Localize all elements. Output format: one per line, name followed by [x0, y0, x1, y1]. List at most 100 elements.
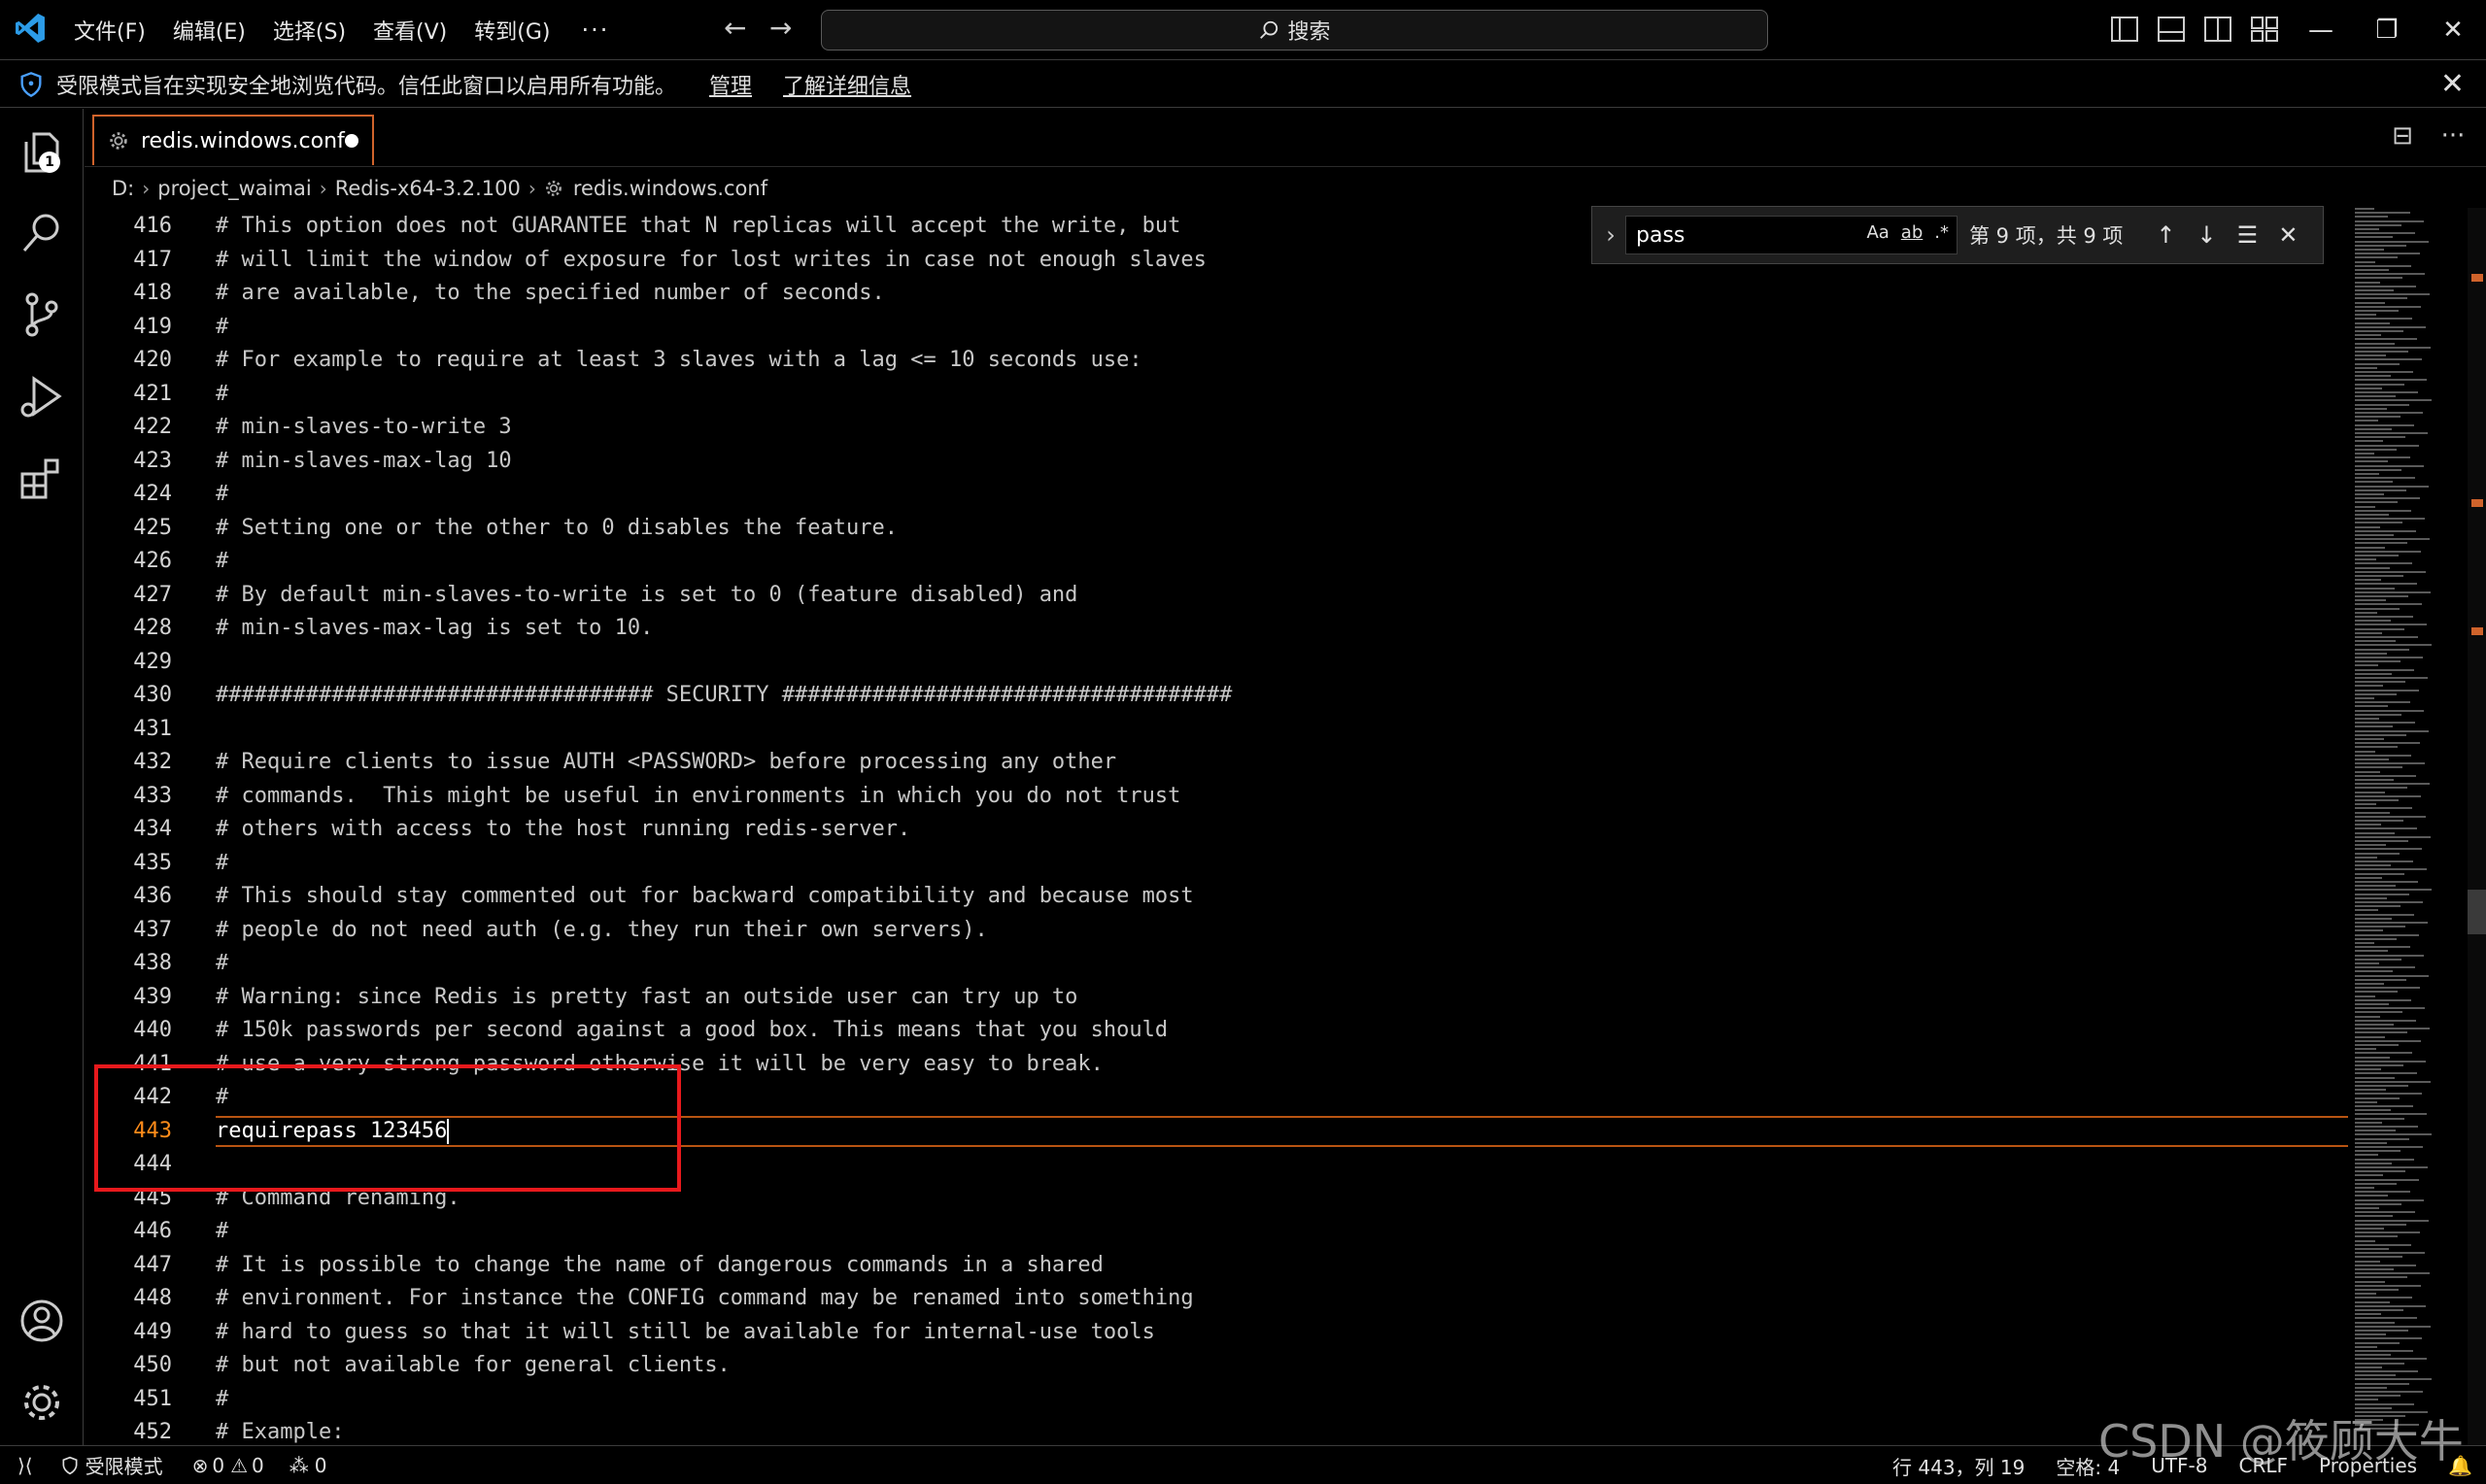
code-line[interactable]: 449 # hard to guess so that it will still… [85, 1316, 2348, 1349]
minimize-icon[interactable]: — [2288, 0, 2354, 60]
toggle-replace-icon[interactable]: › [1596, 221, 1625, 249]
source-control-icon[interactable] [17, 289, 67, 340]
code-line[interactable]: 420 # For example to require at least 3 s… [85, 344, 2348, 377]
code-line[interactable]: 418 # are available, to the specified num… [85, 277, 2348, 310]
minimap-line [2355, 509, 2411, 512]
minimap-line [2355, 493, 2384, 495]
code-line[interactable]: 437 # people do not need auth (e.g. they … [85, 914, 2348, 947]
code-line[interactable]: 428 # min-slaves-max-lag is set to 10. [85, 612, 2348, 645]
regex-toggle[interactable]: .* [1934, 222, 1949, 243]
manage-link[interactable]: 管理 [709, 69, 752, 100]
split-editor-icon[interactable]: ⊟ [2385, 118, 2420, 153]
minimap[interactable] [2349, 208, 2466, 1445]
code-line[interactable]: 430 ################################## SE… [85, 679, 2348, 712]
code-line[interactable]: 451 # [85, 1383, 2348, 1416]
code-line[interactable]: 426 # [85, 545, 2348, 578]
ports-status[interactable]: ⁂ 0 [289, 1454, 327, 1477]
code-editor[interactable]: 416 # This option does not GUARANTEE that… [85, 208, 2348, 1445]
whole-word-toggle[interactable]: ab [1901, 222, 1923, 243]
code-line[interactable]: 429 [85, 646, 2348, 679]
minimap-line [2355, 1252, 2425, 1255]
code-line[interactable]: 432 # Require clients to issue AUTH <PASS… [85, 746, 2348, 779]
breadcrumb-folder-project[interactable]: project_waimai [157, 177, 311, 200]
more-actions-icon[interactable]: ··· [2435, 118, 2470, 153]
code-line[interactable]: 439 # Warning: since Redis is pretty fast… [85, 981, 2348, 1014]
account-icon[interactable] [17, 1296, 67, 1346]
code-text: # Warning: since Redis is pretty fast an… [216, 984, 1078, 1009]
command-center-search[interactable]: 搜索 [821, 10, 1768, 51]
extensions-icon[interactable] [17, 453, 67, 503]
code-line[interactable]: 450 # but not available for general clien… [85, 1349, 2348, 1382]
code-line[interactable]: 435 # [85, 847, 2348, 880]
code-line[interactable]: 447 # It is possible to change the name o… [85, 1249, 2348, 1282]
problems-status[interactable]: ⊗ 0 ⚠ 0 [192, 1454, 264, 1477]
menu-file[interactable]: 文件(F) [74, 15, 146, 46]
code-line[interactable]: 433 # commands. This might be useful in e… [85, 780, 2348, 813]
breadcrumb-drive[interactable]: D: [112, 177, 134, 200]
code-line[interactable]: 423 # min-slaves-max-lag 10 [85, 445, 2348, 478]
remote-icon[interactable]: ⟩⟨ [17, 1454, 33, 1477]
code-line[interactable]: 448 # environment. For instance the CONFI… [85, 1282, 2348, 1315]
code-line[interactable]: 431 [85, 713, 2348, 746]
code-line[interactable]: 440 # 150k passwords per second against a… [85, 1014, 2348, 1047]
breadcrumb: D: › project_waimai › Redis-x64-3.2.100 … [85, 169, 767, 208]
minimap-line [2355, 522, 2402, 524]
minimap-line [2355, 1366, 2382, 1368]
cursor-position[interactable]: 行 443，列 19 [1892, 1452, 2025, 1480]
code-line[interactable]: 436 # This should stay commented out for … [85, 880, 2348, 913]
minimap-line [2355, 779, 2394, 781]
previous-match-icon[interactable]: ↑ [2152, 221, 2179, 249]
minimap-line [2355, 1019, 2416, 1022]
close-window-icon[interactable]: ✕ [2420, 0, 2486, 60]
back-arrow-icon[interactable]: ← [724, 12, 746, 44]
breadcrumb-folder-redis[interactable]: Redis-x64-3.2.100 [335, 177, 521, 200]
match-case-toggle[interactable]: Aa [1866, 222, 1889, 243]
minimap-line [2355, 514, 2389, 516]
find-in-selection-icon[interactable]: ☰ [2233, 221, 2261, 249]
vertical-scrollbar[interactable] [2468, 208, 2486, 1445]
scrollbar-thumb[interactable] [2468, 890, 2486, 934]
code-line[interactable]: 421 # [85, 378, 2348, 411]
close-find-icon[interactable]: ✕ [2274, 221, 2301, 249]
minimap-line [2355, 436, 2405, 439]
code-line[interactable]: 438 # [85, 947, 2348, 980]
tab-redis-windows-conf[interactable]: redis.windows.conf [92, 115, 374, 165]
code-line[interactable]: 452 # Example: [85, 1416, 2348, 1445]
toggle-panel-icon[interactable] [2155, 14, 2190, 45]
learn-more-link[interactable]: 了解详细信息 [783, 69, 911, 100]
breadcrumb-file[interactable]: redis.windows.conf [573, 177, 767, 200]
search-match-marker [2471, 499, 2483, 507]
code-text: # [216, 381, 229, 406]
menu-edit[interactable]: 编辑(E) [173, 15, 246, 46]
forward-arrow-icon[interactable]: → [769, 12, 792, 44]
restore-icon[interactable]: ❐ [2354, 0, 2420, 60]
menu-view[interactable]: 查看(V) [373, 15, 447, 46]
search-icon[interactable] [17, 208, 67, 258]
customize-layout-icon[interactable] [2248, 14, 2283, 45]
code-line[interactable]: 424 # [85, 478, 2348, 511]
find-input[interactable]: pass Aa ab .* [1625, 216, 1958, 254]
code-line[interactable]: 419 # [85, 311, 2348, 344]
code-line[interactable]: 434 # others with access to the host runn… [85, 813, 2348, 846]
menu-more-icon[interactable]: ··· [581, 17, 609, 44]
toggle-secondary-sidebar-icon[interactable] [2201, 14, 2236, 45]
minimap-line [2355, 1133, 2432, 1136]
menu-selection[interactable]: 选择(S) [273, 15, 346, 46]
settings-gear-icon[interactable] [17, 1377, 67, 1428]
toggle-primary-sidebar-icon[interactable] [2108, 14, 2143, 45]
minimap-line [2355, 1264, 2416, 1266]
menu-go[interactable]: 转到(G) [474, 15, 550, 46]
code-line[interactable]: 422 # min-slaves-to-write 3 [85, 411, 2348, 444]
unsaved-dot-icon[interactable] [345, 134, 358, 148]
restricted-mode-status[interactable]: 受限模式 [60, 1451, 163, 1479]
code-line[interactable]: 446 # [85, 1215, 2348, 1248]
minimap-line [2355, 277, 2402, 280]
banner-close-icon[interactable]: ✕ [2440, 67, 2465, 101]
run-debug-icon[interactable] [17, 371, 67, 422]
minimap-line [2355, 1080, 2431, 1083]
code-line[interactable]: 425 # Setting one or the other to 0 disab… [85, 512, 2348, 545]
minimap-line [2355, 685, 2383, 688]
find-widget: › pass Aa ab .* 第 9 项，共 9 项 ↑ ↓ ☰ ✕ [1591, 206, 2324, 264]
next-match-icon[interactable]: ↓ [2193, 221, 2220, 249]
code-line[interactable]: 427 # By default min-slaves-to-write is s… [85, 579, 2348, 612]
